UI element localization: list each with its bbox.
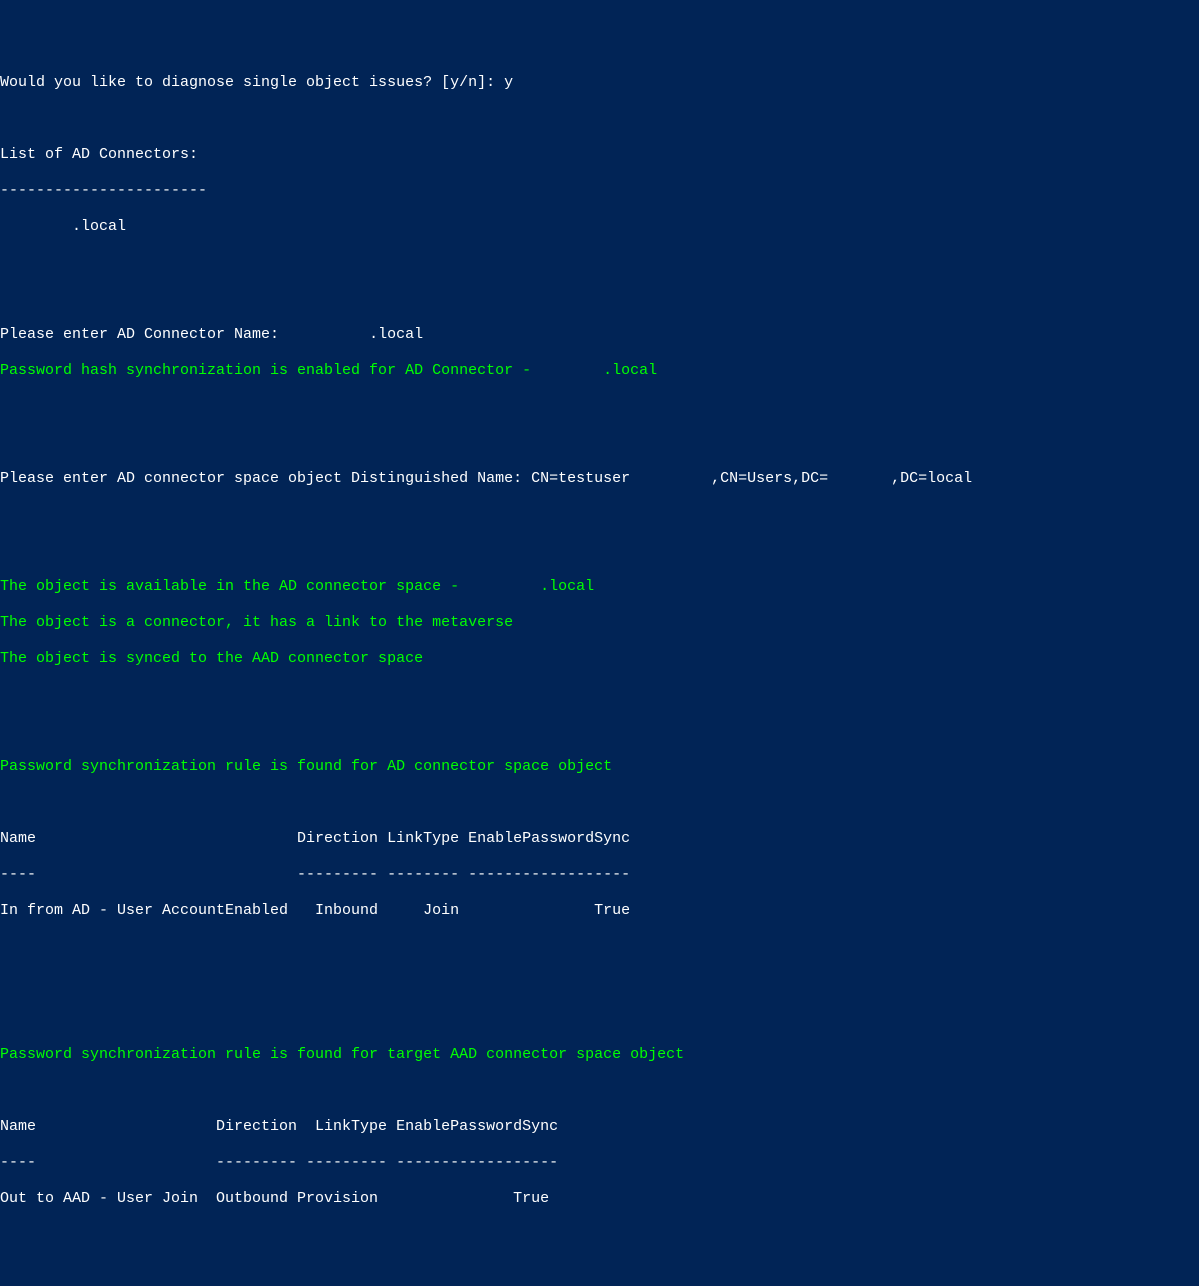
diagnose-answer[interactable]: y	[504, 74, 513, 91]
object-available-text: The object is available in the AD connec…	[0, 578, 540, 595]
table2-header: Name Direction LinkType EnablePasswordSy…	[0, 1118, 1199, 1136]
connector-domain: .local	[72, 218, 126, 235]
object-synced-line: The object is synced to the AAD connecto…	[0, 650, 1199, 668]
blank-line	[0, 398, 1199, 416]
blank-line	[0, 722, 1199, 740]
blank-line	[0, 290, 1199, 308]
connectors-divider: -----------------------	[0, 182, 1199, 200]
table1-row: In from AD - User AccountEnabled Inbound…	[0, 902, 1199, 920]
object-available-line: The object is available in the AD connec…	[0, 578, 1199, 596]
enter-connector-line: Please enter AD Connector Name: .local	[0, 326, 1199, 344]
blank-line	[0, 506, 1199, 524]
blank-line	[0, 542, 1199, 560]
rule2-header: Password synchronization rule is found f…	[0, 1046, 1199, 1064]
connector-item: .local	[0, 218, 1199, 236]
blank-line	[0, 1262, 1199, 1280]
enter-connector-value[interactable]: .local	[369, 326, 423, 343]
table2-row: Out to AAD - User Join Outbound Provisio…	[0, 1190, 1199, 1208]
table1-header: Name Direction LinkType EnablePasswordSy…	[0, 830, 1199, 848]
blank-line	[0, 974, 1199, 992]
table1-divider: ---- --------- -------- ----------------…	[0, 866, 1199, 884]
object-available-domain: .local	[540, 578, 594, 595]
blank-line	[0, 1082, 1199, 1100]
diagnose-prompt-line: Would you like to diagnose single object…	[0, 74, 1199, 92]
phs-enabled-line: Password hash synchronization is enabled…	[0, 362, 1199, 380]
phs-enabled-domain: .local	[603, 362, 657, 379]
enter-dn-prompt: Please enter AD connector space object D…	[0, 470, 531, 487]
diagnose-prompt: Would you like to diagnose single object…	[0, 74, 504, 91]
blank-line	[0, 254, 1199, 272]
table2-divider: ---- --------- --------- ---------------…	[0, 1154, 1199, 1172]
blank-line	[0, 1010, 1199, 1028]
blank-line	[0, 110, 1199, 128]
enter-connector-prompt: Please enter AD Connector Name:	[0, 326, 369, 343]
blank-line	[0, 686, 1199, 704]
blank-line	[0, 794, 1199, 812]
enter-dn-line: Please enter AD connector space object D…	[0, 470, 1199, 488]
blank-line	[0, 938, 1199, 956]
object-connector-line: The object is a connector, it has a link…	[0, 614, 1199, 632]
rule1-header: Password synchronization rule is found f…	[0, 758, 1199, 776]
connectors-list-header: List of AD Connectors:	[0, 146, 1199, 164]
blank-line	[0, 434, 1199, 452]
blank-line	[0, 1226, 1199, 1244]
phs-enabled-text: Password hash synchronization is enabled…	[0, 362, 603, 379]
dn-cn[interactable]: CN=testuser	[531, 470, 630, 487]
dn-rest[interactable]: ,CN=Users,DC= ,DC=local	[630, 470, 972, 487]
